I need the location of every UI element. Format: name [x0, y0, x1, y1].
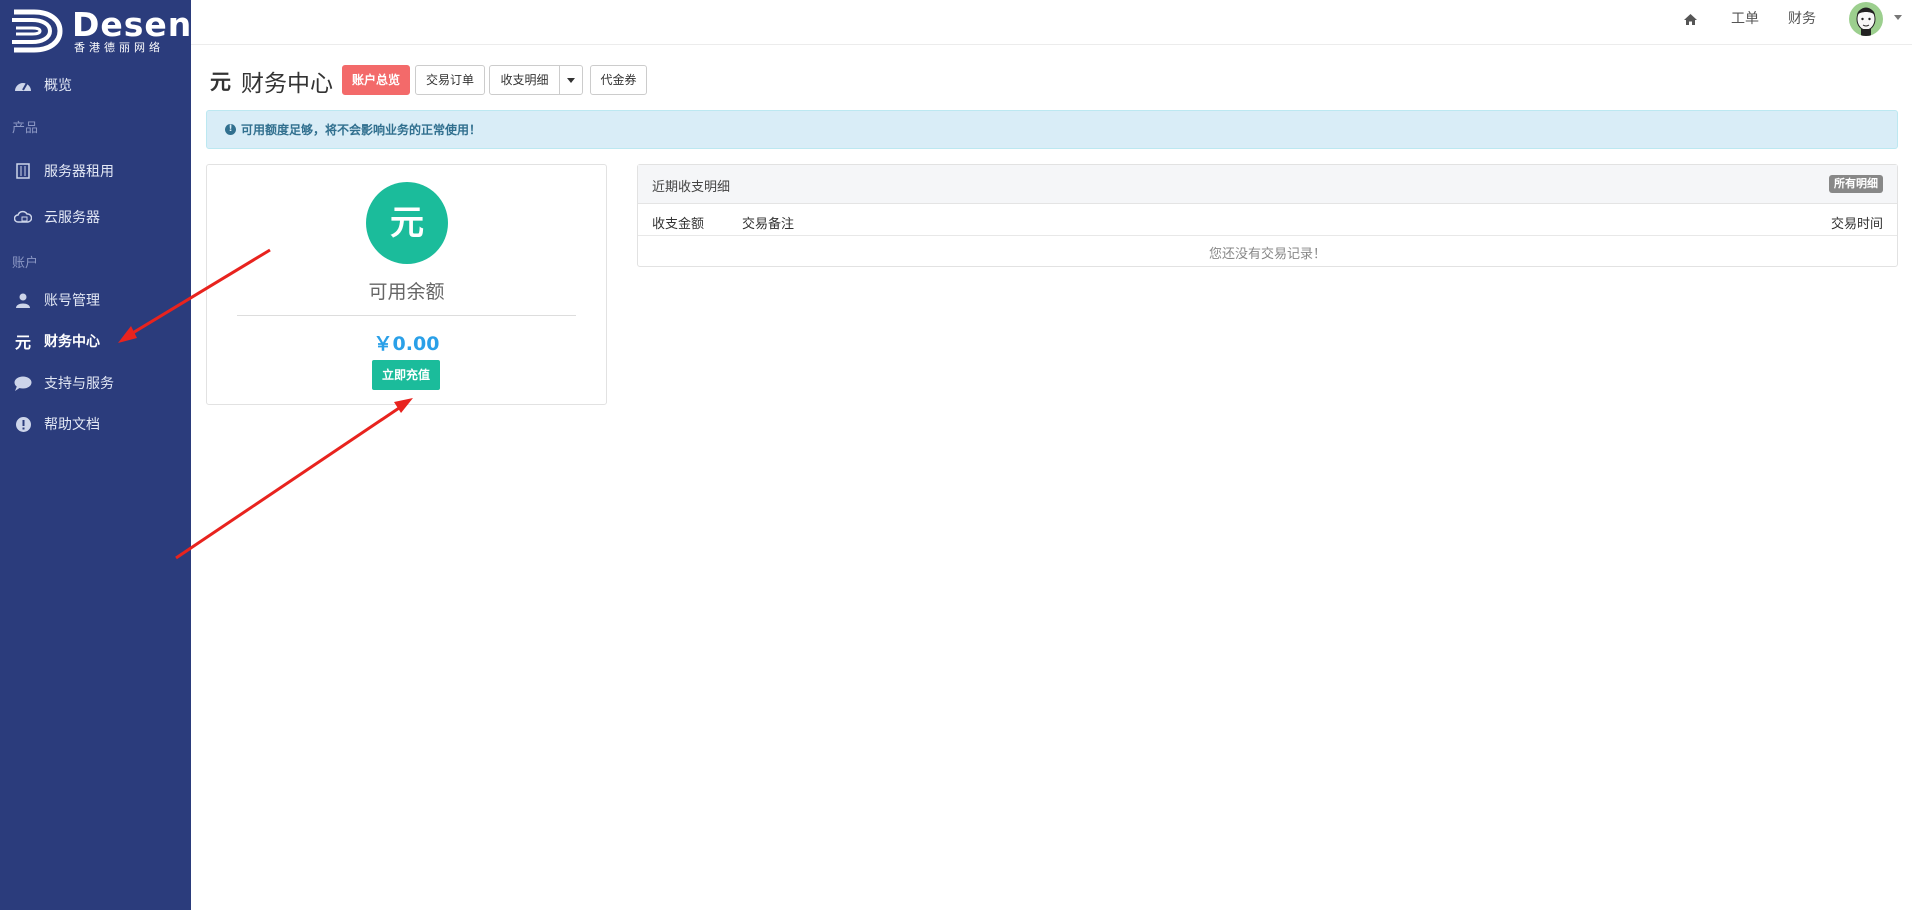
- chevron-down-icon: [567, 78, 575, 83]
- sidebar-item-label: 概览: [44, 78, 72, 94]
- server-icon: [13, 163, 33, 179]
- exclamation-icon: [13, 416, 33, 432]
- column-header-time: 交易时间: [1830, 217, 1883, 232]
- sidebar-item-label: 支持与服务: [44, 376, 114, 392]
- top-link-finance[interactable]: 财务: [1788, 0, 1816, 38]
- column-header-amount: 收支金额: [652, 217, 705, 232]
- balance-label: 可用余额: [368, 281, 445, 303]
- page-title-text: 财务中心: [241, 71, 333, 97]
- sidebar-item-cloud-server[interactable]: 云服务器: [0, 200, 191, 234]
- tab-vouchers[interactable]: 代金券: [590, 65, 647, 95]
- sidebar-item-label: 账号管理: [44, 293, 100, 309]
- sidebar-section-products: 产品: [12, 121, 39, 136]
- tab-account-overview[interactable]: 账户总览: [342, 65, 410, 95]
- info-icon: !: [225, 124, 236, 135]
- divider: [237, 315, 576, 316]
- top-link-tickets[interactable]: 工单: [1731, 0, 1759, 38]
- sidebar-section-account: 账户: [12, 256, 39, 271]
- sidebar-item-overview[interactable]: 概览: [0, 68, 191, 102]
- sidebar-item-account-management[interactable]: 账号管理: [0, 283, 191, 317]
- logo[interactable]: Desen 香港德丽网络: [8, 6, 191, 56]
- balance-value: ￥0.00: [373, 333, 440, 355]
- details-dropdown-toggle[interactable]: [559, 65, 583, 95]
- home-icon[interactable]: [1684, 0, 1697, 38]
- page-title-icon: 元: [210, 70, 231, 94]
- sidebar-item-label: 服务器租用: [44, 164, 114, 180]
- cloud-icon: [13, 210, 33, 224]
- sidebar-item-support[interactable]: 支持与服务: [0, 366, 191, 400]
- recharge-button[interactable]: 立即充值: [372, 360, 440, 390]
- panel-title: 近期收支明细: [652, 180, 731, 195]
- annotation-arrow: [175, 398, 413, 560]
- alert-text: 可用额度足够，将不会影响业务的正常使用！: [241, 123, 482, 137]
- sidebar-item-label: 帮助文档: [44, 417, 100, 433]
- empty-state-text: 您还没有交易记录！: [1208, 247, 1326, 262]
- avatar[interactable]: [1849, 2, 1883, 36]
- sidebar-item-label: 财务中心: [44, 334, 100, 350]
- chat-icon: [13, 376, 33, 391]
- sidebar-item-finance-center[interactable]: 元 财务中心: [0, 324, 191, 358]
- page-title: 元 财务中心: [210, 64, 333, 98]
- info-alert: ! 可用额度足够，将不会影响业务的正常使用！: [206, 110, 1898, 149]
- all-details-badge[interactable]: 所有明细: [1829, 175, 1883, 193]
- tab-income-expense-details[interactable]: 收支明细: [489, 65, 560, 95]
- logo-subtitle: 香港德丽网络: [74, 41, 164, 54]
- sidebar-item-help-docs[interactable]: 帮助文档: [0, 407, 191, 441]
- user-icon: [13, 293, 33, 308]
- recent-details-panel: 近期收支明细 所有明细 收支金额 交易备注 交易时间 您还没有交易记录！: [637, 164, 1898, 267]
- balance-card: 元 可用余额 ￥0.00 立即充值: [206, 164, 607, 405]
- logo-name: Desen: [72, 5, 193, 44]
- sidebar-item-server-rental[interactable]: 服务器租用: [0, 154, 191, 188]
- divider: [638, 235, 1897, 236]
- dashboard-icon: [13, 78, 33, 92]
- sidebar: Desen 香港德丽网络 概览 产品 服务器租用 云服务器 账户 账号管理 元 …: [0, 0, 191, 910]
- yuan-circle-icon: 元: [366, 182, 448, 264]
- top-bar: [191, 0, 1912, 45]
- logo-mark-icon: [12, 9, 63, 53]
- panel-header: 近期收支明细 所有明细: [638, 165, 1897, 204]
- tab-transaction-orders[interactable]: 交易订单: [415, 65, 485, 95]
- sidebar-item-label: 云服务器: [44, 210, 100, 226]
- user-menu-caret-icon[interactable]: [1894, 15, 1902, 20]
- yuan-icon: 元: [14, 333, 31, 352]
- column-header-remark: 交易备注: [742, 217, 795, 232]
